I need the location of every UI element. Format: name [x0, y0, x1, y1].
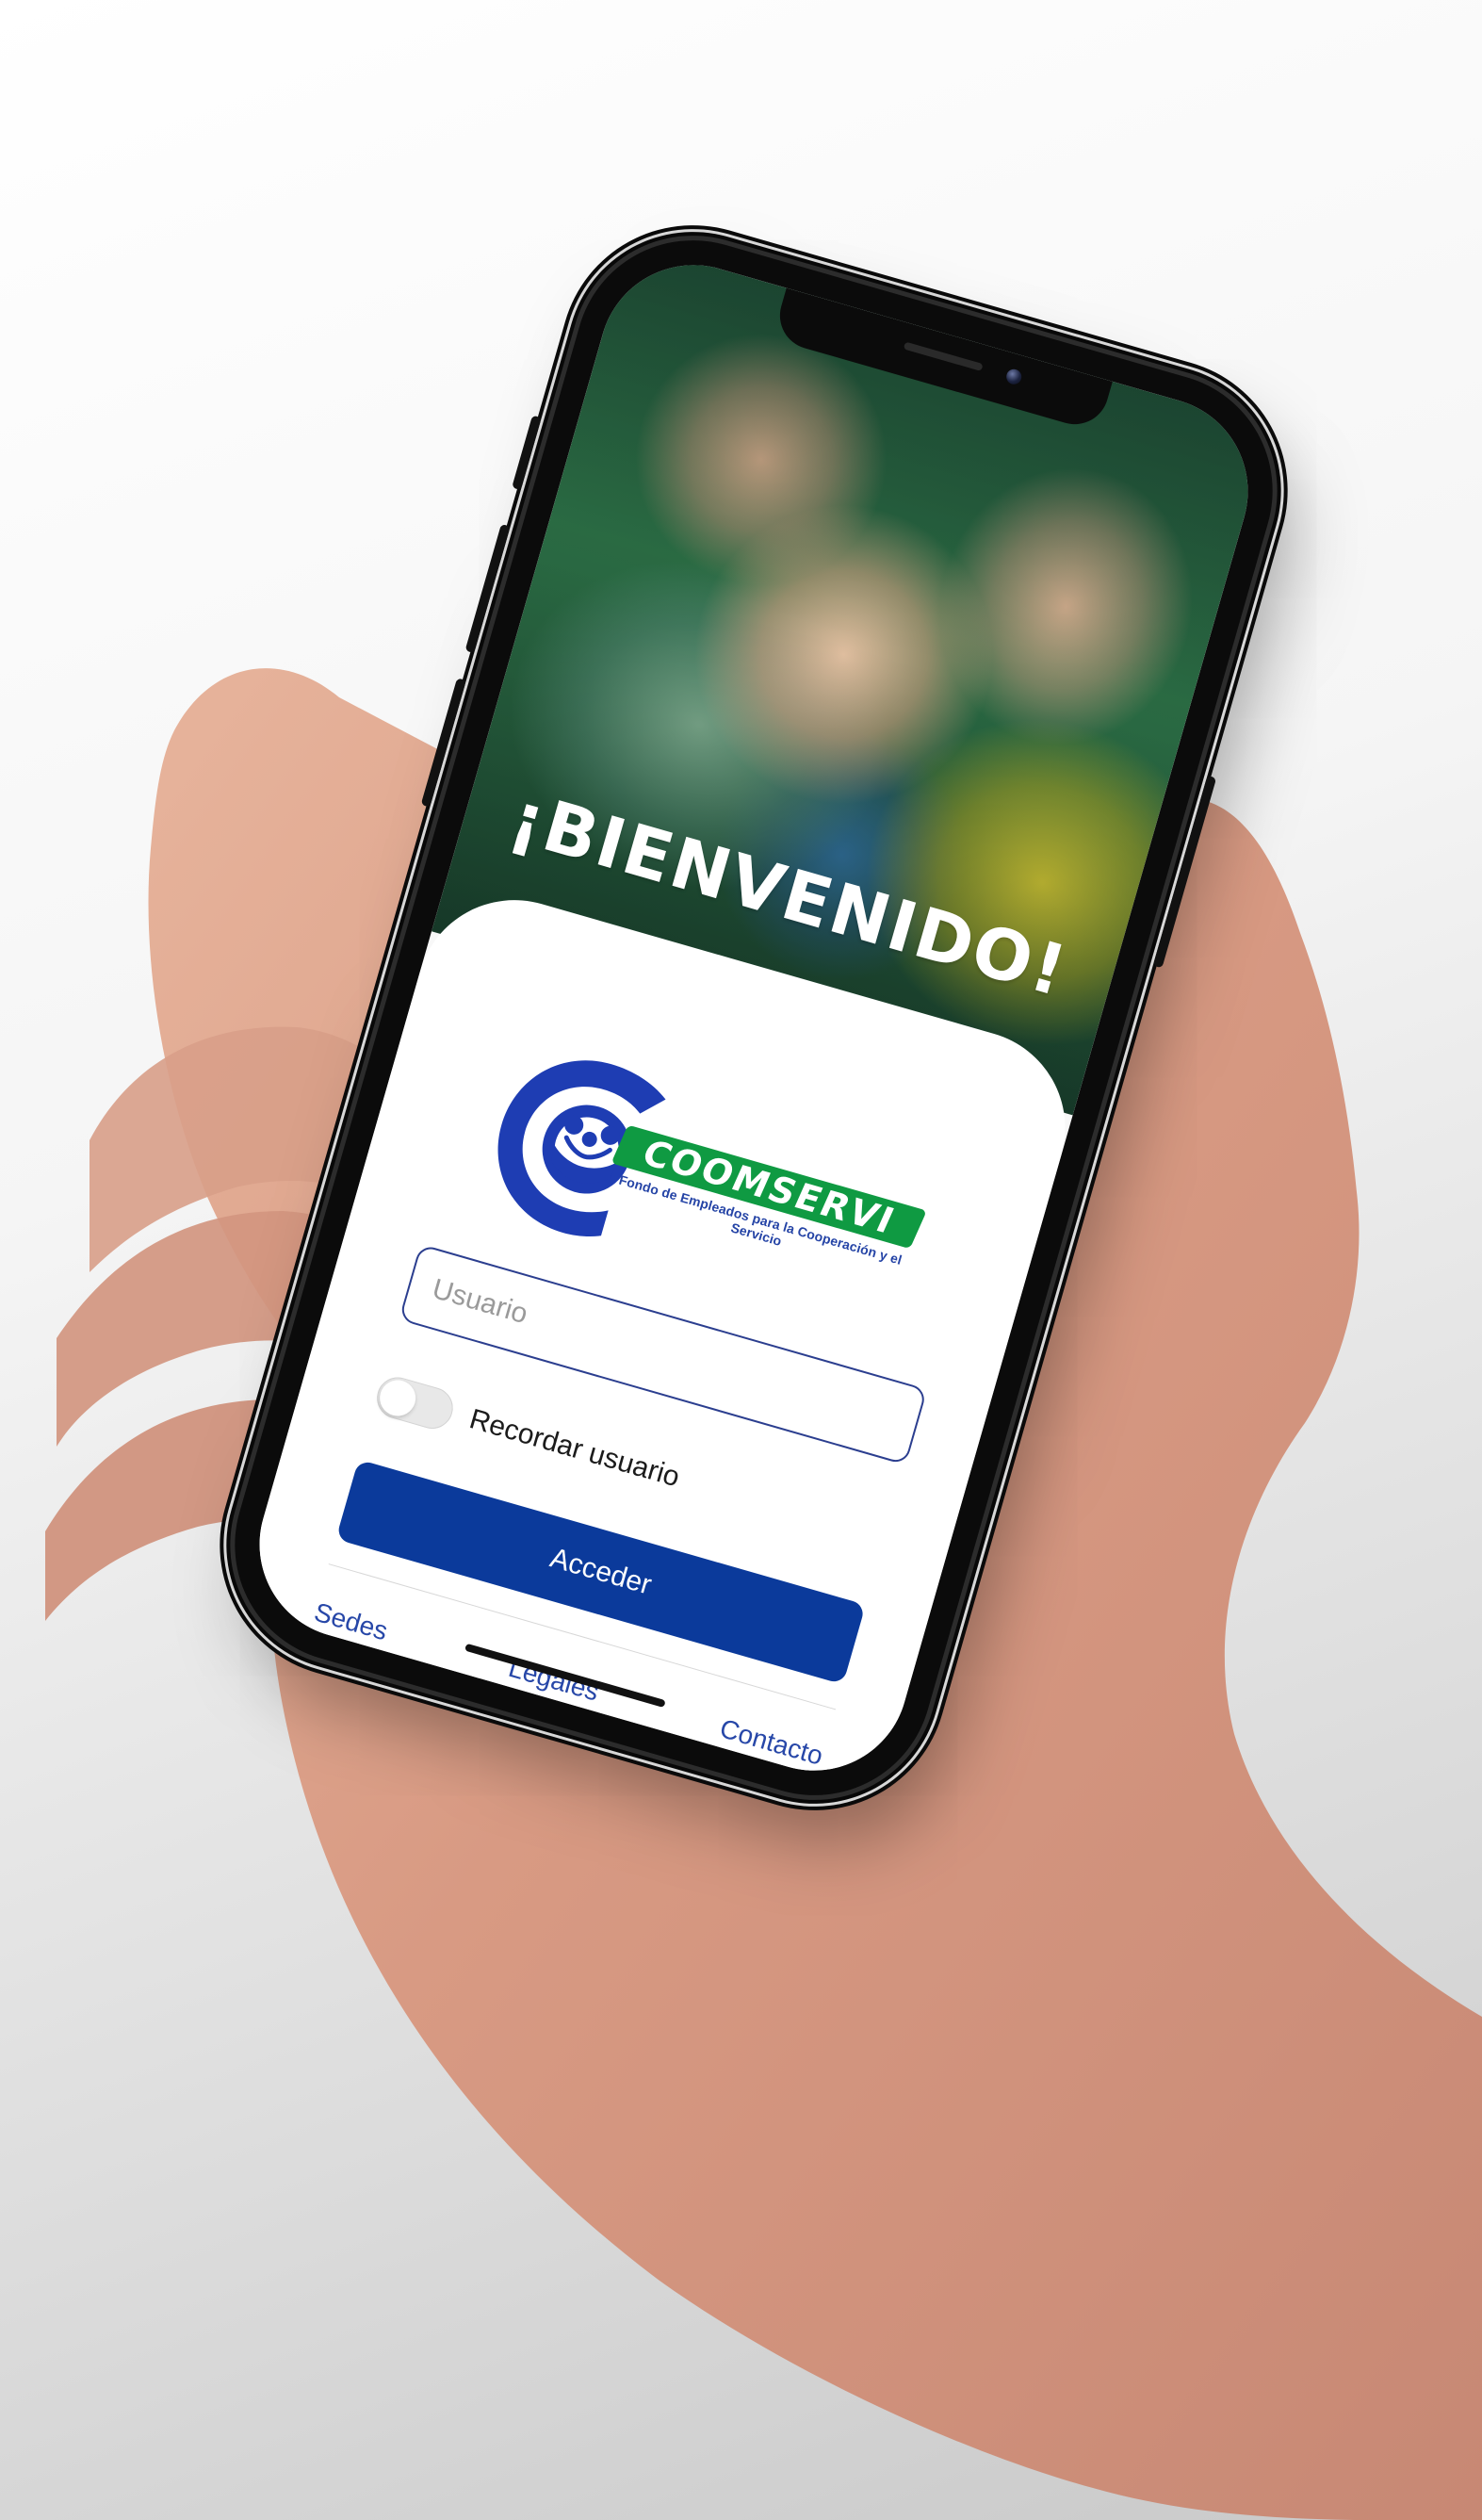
front-camera	[1004, 367, 1024, 386]
remember-user-label: Recordar usuario	[465, 1403, 683, 1494]
earpiece-speaker	[903, 341, 984, 371]
remember-user-toggle[interactable]	[371, 1372, 458, 1434]
contacto-link[interactable]: Contacto	[716, 1713, 826, 1772]
sedes-link[interactable]: Sedes	[311, 1597, 391, 1647]
toggle-knob	[375, 1375, 420, 1420]
